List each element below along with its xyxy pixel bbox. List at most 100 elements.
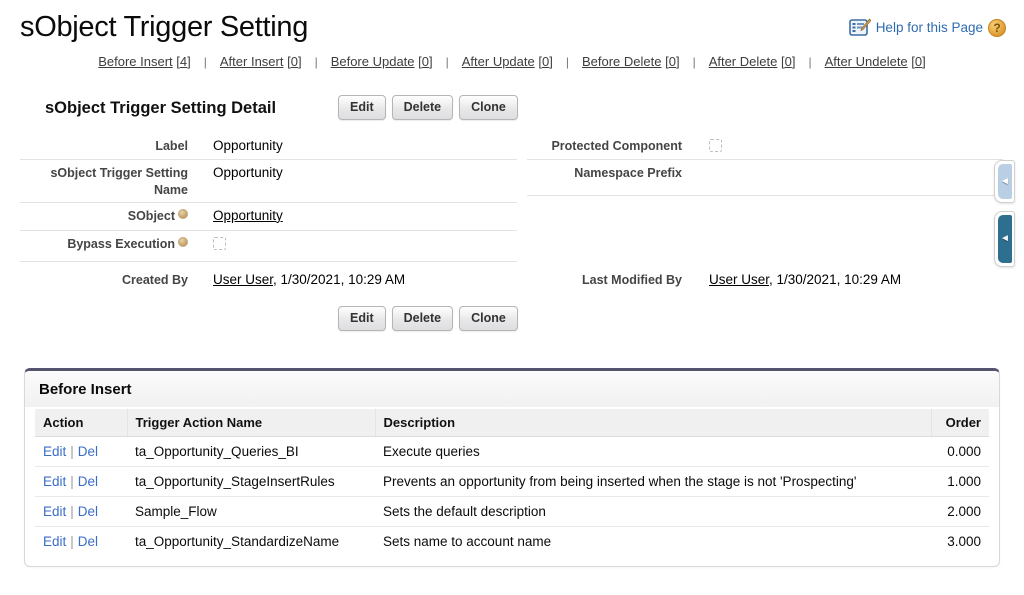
field-value: Opportunity (188, 160, 283, 182)
field-label: Protected Component (527, 133, 682, 155)
sidebar-collapse-tab-light[interactable]: ◄ (994, 160, 1015, 203)
edit-link[interactable]: Edit (43, 474, 66, 489)
nav-separator: | (808, 55, 811, 69)
datetime-text: , 1/30/2021, 10:29 AM (273, 272, 405, 287)
sidebar-collapse-tab-light-inner: ◄ (998, 164, 1012, 199)
help-bubble-icon[interactable] (178, 237, 188, 247)
nav-separator: | (693, 55, 696, 69)
del-link[interactable]: Del (78, 504, 98, 519)
detail-row-created-by: Created ByUser User, 1/30/2021, 10:29 AM (20, 262, 517, 292)
nav-link-before-update[interactable]: Before Update (331, 54, 415, 69)
description-cell: Sets the default description (375, 496, 931, 526)
del-link[interactable]: Del (78, 444, 98, 459)
user-link[interactable]: User User (213, 272, 273, 287)
field-label: Bypass Execution (20, 231, 188, 253)
trigger-name-cell: ta_Opportunity_StandardizeName (127, 526, 375, 556)
nav-link-after-update[interactable]: After Update (462, 54, 535, 69)
field-value (682, 160, 709, 164)
page-header: sObject Trigger Setting Help for this Pa… (0, 0, 1024, 44)
detail-column-right: Protected Component Namespace Prefix Last … (527, 133, 1003, 292)
detail-buttons-bottom: EditDeleteClone (0, 306, 1024, 331)
nav-count-after-undelete[interactable]: 0 (915, 54, 922, 69)
edit-link[interactable]: Edit (43, 504, 66, 519)
nav-count-before-insert[interactable]: 4 (180, 54, 187, 69)
field-label: Last Modified By (527, 267, 682, 289)
nav-count-before-delete[interactable]: 0 (669, 54, 676, 69)
table-row: Edit|Delta_Opportunity_StandardizeNameSe… (35, 526, 989, 556)
sidebar-collapse-tab-dark-inner: ◄ (998, 215, 1012, 263)
nav-separator: | (446, 55, 449, 69)
field-value (682, 133, 722, 157)
nav-item-before-delete: Before Delete [0] (582, 54, 680, 69)
help-doc-icon (849, 18, 871, 37)
opportunity-link[interactable]: Opportunity (213, 208, 283, 223)
action-separator: | (70, 534, 74, 549)
action-separator: | (70, 474, 74, 489)
delete-button-top[interactable]: Delete (392, 95, 454, 120)
detail-buttons-top: EditDeleteClone (338, 95, 524, 120)
table-row: Edit|DelSample_FlowSets the default desc… (35, 496, 989, 526)
related-list-title: Before Insert (25, 371, 999, 407)
trigger-context-nav: Before Insert [4]|After Insert [0]|Befor… (0, 54, 1024, 69)
page-root: sObject Trigger Setting Help for this Pa… (0, 0, 1024, 595)
trigger-name-cell: ta_Opportunity_Queries_BI (127, 436, 375, 466)
column-header-order: Order (931, 409, 989, 437)
sidebar-collapse-tab-dark[interactable]: ◄ (994, 211, 1015, 267)
field-label (527, 196, 682, 201)
nav-count-after-update[interactable]: 0 (542, 54, 549, 69)
order-cell: 0.000 (931, 436, 989, 466)
action-cell: Edit | Del (35, 526, 127, 556)
order-cell: 1.000 (931, 466, 989, 496)
field-value: Opportunity (188, 203, 283, 225)
clone-button-top[interactable]: Clone (459, 95, 518, 120)
detail-fields: LabelOpportunitysObject Trigger Setting … (0, 133, 1024, 292)
detail-head: sObject Trigger Setting Detail EditDelet… (0, 93, 1024, 127)
datetime-text: , 1/30/2021, 10:29 AM (769, 272, 901, 287)
clone-button-bottom[interactable]: Clone (459, 306, 518, 331)
bypass-execution-checkbox[interactable] (213, 237, 226, 250)
field-value: User User, 1/30/2021, 10:29 AM (682, 267, 901, 289)
nav-item-after-update: After Update [0] (462, 54, 553, 69)
nav-link-after-delete[interactable]: After Delete (709, 54, 778, 69)
action-separator: | (70, 444, 74, 459)
edit-link[interactable]: Edit (43, 444, 66, 459)
page-title: sObject Trigger Setting (20, 12, 308, 44)
detail-row-bypass-execution: Bypass Execution (20, 231, 517, 262)
edit-button-top[interactable]: Edit (338, 95, 386, 120)
nav-link-after-undelete[interactable]: After Undelete (825, 54, 908, 69)
field-text: Opportunity (213, 138, 283, 153)
help-area: Help for this Page ? (849, 12, 1006, 37)
related-table-wrap: ActionTrigger Action NameDescriptionOrde… (25, 407, 999, 566)
protected-component-checkbox[interactable] (709, 139, 722, 152)
nav-count-before-update[interactable]: 0 (422, 54, 429, 69)
help-link[interactable]: Help for this Page (876, 20, 983, 35)
detail-row (527, 196, 1003, 262)
nav-link-before-insert[interactable]: Before Insert (98, 54, 172, 69)
user-link[interactable]: User User (709, 272, 769, 287)
order-cell: 2.000 (931, 496, 989, 526)
field-value: User User, 1/30/2021, 10:29 AM (188, 267, 405, 289)
detail-heading: sObject Trigger Setting Detail (45, 93, 1024, 118)
detail-row-label: LabelOpportunity (20, 133, 517, 160)
nav-item-before-update: Before Update [0] (331, 54, 433, 69)
detail-section: sObject Trigger Setting Detail EditDelet… (0, 93, 1024, 331)
edit-button-bottom[interactable]: Edit (338, 306, 386, 331)
field-text: Opportunity (213, 165, 283, 180)
del-link[interactable]: Del (78, 534, 98, 549)
edit-link[interactable]: Edit (43, 534, 66, 549)
detail-column-left: LabelOpportunitysObject Trigger Setting … (20, 133, 517, 292)
nav-link-after-insert[interactable]: After Insert (220, 54, 284, 69)
nav-count-after-delete[interactable]: 0 (785, 54, 792, 69)
del-link[interactable]: Del (78, 474, 98, 489)
field-value (188, 231, 226, 255)
nav-count-after-insert[interactable]: 0 (291, 54, 298, 69)
table-row: Edit|Delta_Opportunity_Queries_BIExecute… (35, 436, 989, 466)
delete-button-bottom[interactable]: Delete (392, 306, 454, 331)
nav-item-after-delete: After Delete [0] (709, 54, 796, 69)
help-question-icon[interactable]: ? (988, 19, 1006, 37)
action-cell: Edit | Del (35, 466, 127, 496)
detail-row-sobject-trigger-setting-name: sObject Trigger Setting NameOpportunity (20, 160, 517, 203)
detail-row-namespace-prefix: Namespace Prefix (527, 160, 1003, 196)
nav-link-before-delete[interactable]: Before Delete (582, 54, 662, 69)
help-bubble-icon[interactable] (178, 209, 188, 219)
